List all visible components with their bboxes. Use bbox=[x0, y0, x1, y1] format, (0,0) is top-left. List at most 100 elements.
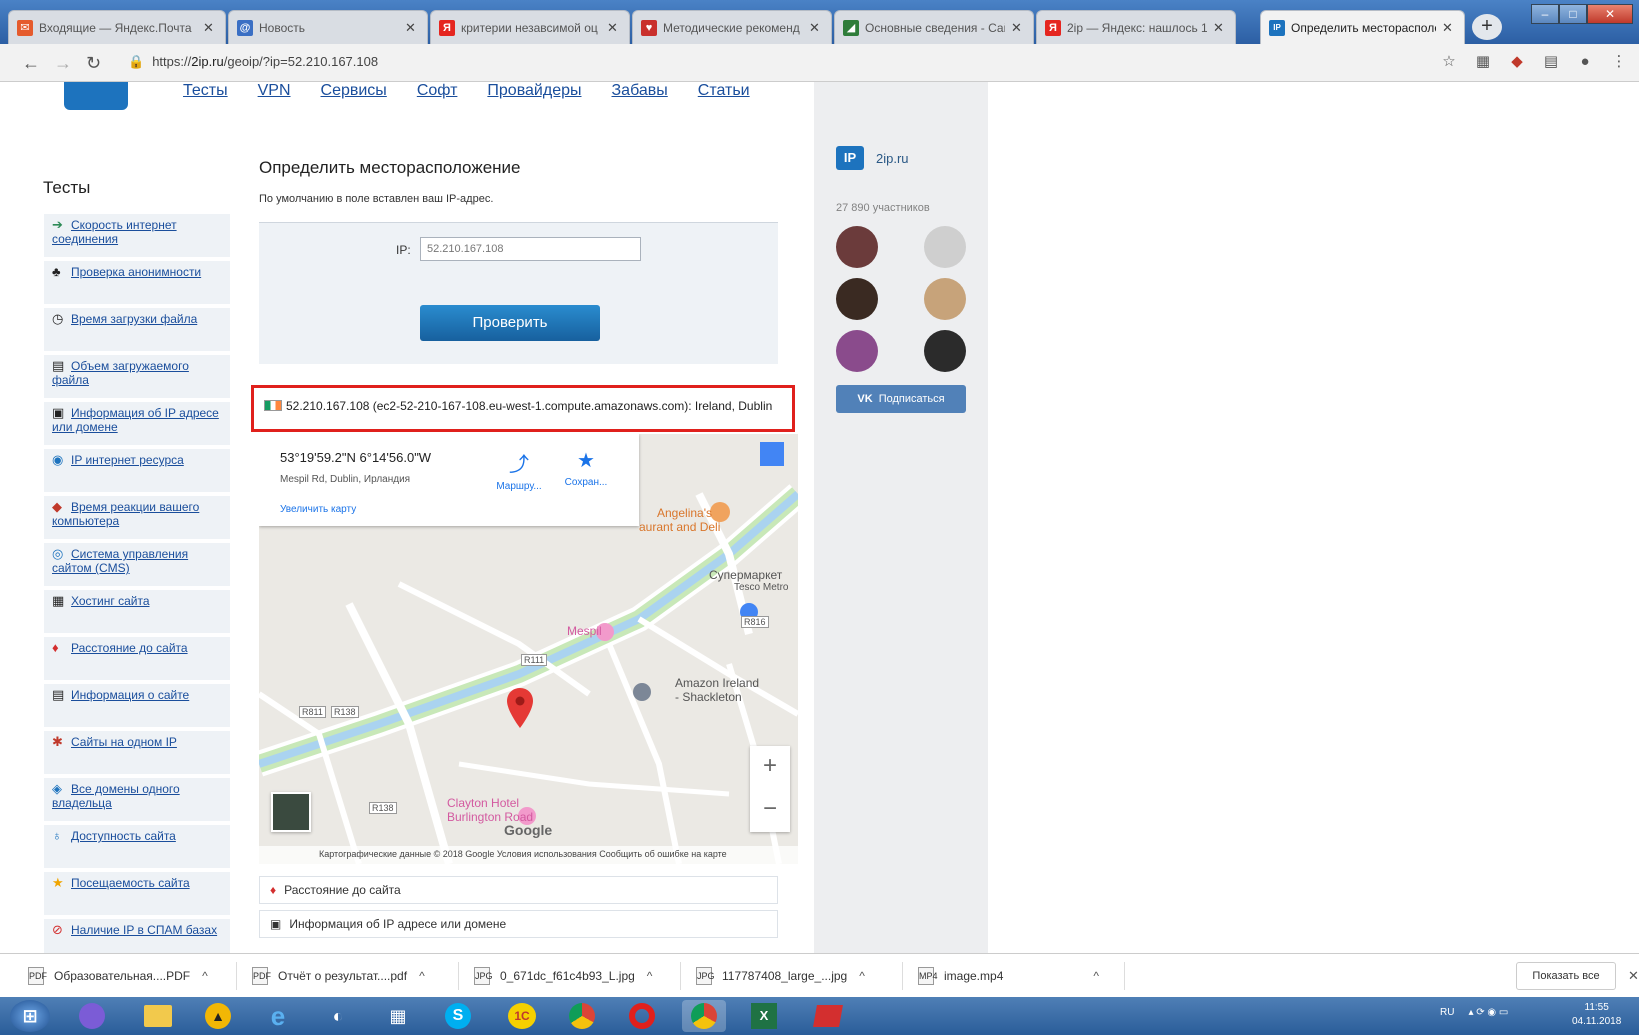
pdf-reader-icon[interactable] bbox=[806, 1000, 850, 1032]
chevron-up-icon[interactable]: ^ bbox=[1093, 969, 1099, 983]
left-item-anonymity[interactable]: ♣ Проверка анонимности bbox=[44, 261, 230, 304]
extension-icon[interactable]: ◆ bbox=[1507, 52, 1527, 72]
left-item-resource-ip[interactable]: ◉ IP интернет ресурса bbox=[44, 449, 230, 492]
left-item-site-info[interactable]: ▤ Информация о сайте bbox=[44, 684, 230, 727]
app-icon[interactable]: ▲ bbox=[196, 1000, 240, 1032]
close-icon[interactable]: ✕ bbox=[1442, 20, 1456, 36]
check-button[interactable]: Проверить bbox=[420, 305, 600, 341]
chevron-up-icon[interactable]: ^ bbox=[859, 969, 865, 983]
start-button[interactable]: ⊞ bbox=[10, 1000, 50, 1032]
apps-grid-icon[interactable]: ▦ bbox=[1473, 52, 1493, 72]
chevron-up-icon[interactable]: ^ bbox=[419, 969, 425, 983]
tab-yandex-search-2[interactable]: Я 2ip — Яндекс: нашлось 13 ✕ bbox=[1036, 10, 1236, 44]
opera-icon[interactable] bbox=[620, 1000, 664, 1032]
tab-news[interactable]: @ Новость ✕ bbox=[228, 10, 428, 44]
left-item-hosting[interactable]: ▦ Хостинг сайта bbox=[44, 590, 230, 633]
avatar[interactable] bbox=[836, 226, 878, 268]
left-item-availability[interactable]: ♁ Доступность сайта bbox=[44, 825, 230, 868]
vk-subscribe-button[interactable]: VK Подписаться bbox=[836, 385, 966, 413]
1c-icon[interactable]: 1C bbox=[500, 1000, 544, 1032]
related-link-ip-info[interactable]: ▣ Информация об IP адресе или домене bbox=[259, 910, 778, 938]
enlarge-map-link[interactable]: Увеличить карту bbox=[280, 504, 356, 515]
tab-method-recommendations[interactable]: ♥ Методические рекоменд ✕ bbox=[632, 10, 832, 44]
tab-yandex-search-1[interactable]: Я критерии незавсимой оц ✕ bbox=[430, 10, 630, 44]
avatar[interactable] bbox=[836, 278, 878, 320]
minimize-icon[interactable]: – bbox=[1531, 4, 1559, 24]
2ip-logo[interactable] bbox=[64, 82, 128, 110]
download-item[interactable]: PDF Образовательная....PDF ^ bbox=[28, 964, 208, 988]
left-item-reaction-time[interactable]: ◆ Время реакции вашего компьютера bbox=[44, 496, 230, 539]
avatar[interactable] bbox=[924, 330, 966, 372]
left-item-distance[interactable]: ♦ Расстояние до сайта bbox=[44, 637, 230, 680]
route-button[interactable]: ⤴ Маршру... bbox=[488, 448, 550, 492]
tab-geoip-active[interactable]: IP Определить месторасполо ✕ bbox=[1260, 10, 1465, 44]
avatar[interactable] bbox=[836, 330, 878, 372]
url-field[interactable]: 🔒 https://2ip.ru/geoip/?ip=52.210.167.108 bbox=[128, 54, 378, 70]
google-map[interactable]: Angelina's aurant and Deli Супермаркет T… bbox=[259, 434, 798, 864]
chevron-up-icon[interactable]: ^ bbox=[647, 969, 653, 983]
profile-avatar-icon[interactable]: ● bbox=[1575, 52, 1595, 72]
left-item-file-size[interactable]: ▤ Объем загружаемого файла bbox=[44, 355, 230, 398]
chrome-active-icon[interactable] bbox=[682, 1000, 726, 1032]
calculator-icon[interactable]: ▦ bbox=[376, 1000, 420, 1032]
excel-icon[interactable]: X bbox=[742, 1000, 786, 1032]
save-place-button[interactable]: ★ Сохран... bbox=[555, 448, 617, 488]
nav-services[interactable]: Сервисы bbox=[321, 82, 387, 100]
close-icon[interactable]: ✕ bbox=[1213, 20, 1227, 36]
left-item-ip-info[interactable]: ▣ Информация об IP адресе или домене bbox=[44, 402, 230, 445]
tab-main-info[interactable]: ◢ Основные сведения - Сай ✕ bbox=[834, 10, 1034, 44]
microphone-icon[interactable] bbox=[70, 1000, 114, 1032]
forward-arrow-icon[interactable]: → bbox=[54, 53, 72, 74]
reload-icon[interactable]: ↻ bbox=[86, 53, 101, 74]
star-bookmark-icon[interactable]: ☆ bbox=[1439, 52, 1459, 72]
menu-kebab-icon[interactable]: ⋮ bbox=[1609, 52, 1629, 72]
download-item[interactable]: PDF Отчёт о результат....pdf ^ bbox=[252, 964, 425, 988]
left-item-owner-domains[interactable]: ◈ Все домены одного владельца bbox=[44, 778, 230, 821]
new-tab-button[interactable]: + bbox=[1472, 14, 1502, 40]
map-pin-icon[interactable] bbox=[507, 688, 533, 728]
nav-software[interactable]: Софт bbox=[417, 82, 458, 100]
nav-providers[interactable]: Провайдеры bbox=[487, 82, 581, 100]
extension-icon[interactable]: ▤ bbox=[1541, 52, 1561, 72]
close-icon[interactable]: ✕ bbox=[809, 20, 823, 36]
close-icon[interactable]: ✕ bbox=[607, 20, 621, 36]
folder-icon[interactable] bbox=[136, 1000, 180, 1032]
ip-input[interactable] bbox=[420, 237, 641, 261]
nav-vpn[interactable]: VPN bbox=[258, 82, 291, 100]
close-icon[interactable]: ✕ bbox=[203, 20, 217, 36]
show-all-downloads-button[interactable]: Показать все bbox=[1516, 962, 1616, 990]
nav-articles[interactable]: Статьи bbox=[698, 82, 750, 100]
related-link-distance[interactable]: ♦ Расстояние до сайта bbox=[259, 876, 778, 904]
download-item[interactable]: JPG 0_671dc_f61c4b93_L.jpg ^ bbox=[474, 964, 652, 988]
chevron-up-icon[interactable]: ^ bbox=[202, 969, 208, 983]
zoom-out-button[interactable]: − bbox=[750, 789, 790, 832]
street-view-icon[interactable] bbox=[760, 442, 784, 466]
chrome-icon[interactable] bbox=[560, 1000, 604, 1032]
tray-icons[interactable]: ▴ ⟳ ◉ ▭ bbox=[1468, 1007, 1508, 1018]
close-icon[interactable]: ✕ bbox=[1011, 20, 1025, 36]
left-item-same-ip[interactable]: ✱ Сайты на одном IP bbox=[44, 731, 230, 774]
left-item-speed[interactable]: ➔ Скорость интернет соединения bbox=[44, 214, 230, 257]
download-item[interactable]: JPG 117787408_large_...jpg ^ bbox=[696, 964, 865, 988]
close-window-icon[interactable]: ✕ bbox=[1587, 4, 1633, 24]
2ip-logo-icon[interactable]: IP bbox=[836, 146, 864, 170]
maximize-icon[interactable]: □ bbox=[1559, 4, 1587, 24]
left-item-spam[interactable]: ⊘ Наличие IP в СПАМ базах bbox=[44, 919, 230, 953]
left-item-download-time[interactable]: ◷ Время загрузки файла bbox=[44, 308, 230, 351]
internet-explorer-icon[interactable]: e bbox=[256, 1000, 300, 1032]
tab-yandex-mail[interactable]: ✉ Входящие — Яндекс.Почта ✕ bbox=[8, 10, 226, 44]
avatar[interactable] bbox=[924, 226, 966, 268]
zoom-in-button[interactable]: + bbox=[750, 746, 790, 789]
skype-icon[interactable]: S bbox=[436, 1000, 480, 1032]
close-icon[interactable]: ✕ bbox=[1628, 968, 1639, 984]
avatar[interactable] bbox=[924, 278, 966, 320]
left-item-cms[interactable]: ◎ Система управления сайтом (CMS) bbox=[44, 543, 230, 586]
nav-tests[interactable]: Тесты bbox=[183, 82, 228, 100]
media-player-icon[interactable]: ◐ bbox=[316, 1000, 360, 1032]
back-arrow-icon[interactable]: ← bbox=[22, 53, 40, 74]
satellite-toggle[interactable] bbox=[271, 792, 311, 832]
download-item[interactable]: MP4 image.mp4 ^ bbox=[918, 964, 1099, 988]
left-item-traffic[interactable]: ★ Посещаемость сайта bbox=[44, 872, 230, 915]
vk-community-name[interactable]: 2ip.ru bbox=[876, 151, 909, 166]
close-icon[interactable]: ✕ bbox=[405, 20, 419, 36]
